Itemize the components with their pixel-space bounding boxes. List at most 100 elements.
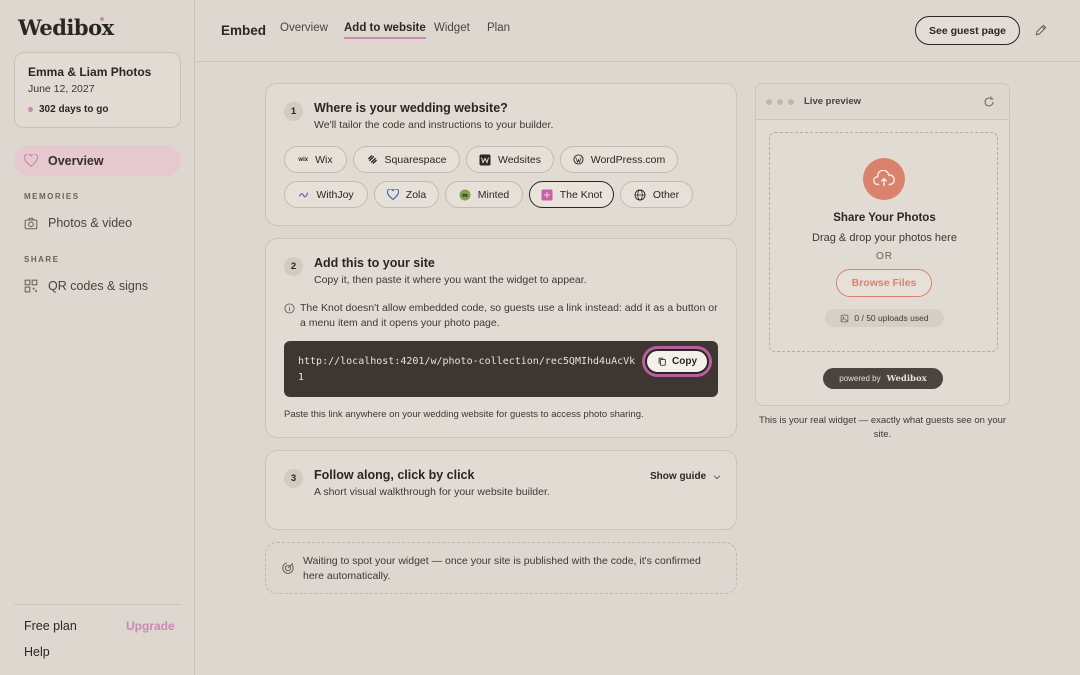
copy-label: Copy (672, 356, 697, 367)
upload-cloud-icon (863, 158, 905, 200)
builder-wix[interactable]: wix Wix (284, 146, 347, 173)
info-icon (284, 303, 295, 314)
section-label-memories: MEMORIES (24, 192, 80, 201)
builder-label: WordPress.com (590, 153, 666, 166)
event-title: Emma & Liam Photos (28, 65, 152, 79)
see-guest-page-button[interactable]: See guest page (915, 16, 1020, 45)
sidebar-divider (14, 604, 181, 605)
tab-widget[interactable]: Widget (434, 22, 470, 37)
sidebar-item-qr-codes[interactable]: QR codes & signs (24, 279, 148, 293)
waiting-text: Waiting to spot your widget — once your … (303, 555, 701, 582)
step-number: 3 (284, 469, 303, 488)
copy-button[interactable]: Copy (645, 349, 709, 374)
countdown-text: 302 days to go (39, 104, 109, 115)
embed-link-code[interactable]: http://localhost:4201/w/photo-collection… (298, 354, 638, 386)
builder-label: Minted (477, 188, 510, 201)
step-1-subtitle: We'll tailor the code and instructions t… (314, 119, 554, 131)
pencil-icon[interactable] (1034, 23, 1048, 37)
section-label-share: SHARE (24, 255, 60, 264)
tab-plan[interactable]: Plan (487, 22, 510, 37)
builder-the-knot[interactable]: The Knot (529, 181, 614, 208)
builder-label: Zola (405, 188, 427, 201)
builder-minted[interactable]: m Minted (445, 181, 523, 208)
wix-icon: wix (298, 156, 309, 163)
image-icon (841, 314, 849, 322)
withjoy-icon (299, 192, 309, 198)
upgrade-link[interactable]: Upgrade (126, 619, 175, 633)
tab-overview[interactable]: Overview (280, 22, 328, 37)
sidebar-item-overview[interactable]: Overview (14, 145, 181, 176)
camera-icon (24, 217, 38, 229)
heart-icon (386, 189, 399, 200)
builder-zola[interactable]: Zola (374, 181, 439, 208)
tab-add-to-website[interactable]: Add to website (344, 22, 426, 39)
step-1-card: 1 Where is your wedding website? We'll t… (265, 83, 737, 226)
radar-icon (282, 562, 294, 574)
squarespace-icon (367, 155, 377, 164)
sidebar: Wedibox Emma & Liam Photos June 12, 2027… (0, 0, 195, 675)
share-photos-title: Share Your Photos (833, 212, 936, 224)
step-number: 1 (284, 102, 303, 121)
builder-label: WithJoy (316, 188, 354, 201)
browse-files-button[interactable]: Browse Files (836, 269, 932, 297)
powered-by-badge: powered by Wedibox (823, 368, 943, 389)
free-plan-label: Free plan (24, 619, 77, 633)
uploads-text: 0 / 50 uploads used (854, 313, 929, 323)
step-number: 2 (284, 257, 303, 276)
countdown-dot-icon (28, 107, 33, 112)
help-link[interactable]: Help (24, 645, 50, 659)
wedsites-icon (479, 154, 491, 165)
builder-withjoy[interactable]: WithJoy (284, 181, 368, 208)
step-3-title: Follow along, click by click (314, 468, 475, 482)
sidebar-item-label: Overview (48, 153, 104, 168)
show-guide-toggle[interactable]: Show guide (650, 471, 722, 482)
builder-label: Squarespace (384, 153, 447, 166)
wordpress-icon (573, 154, 584, 165)
preview-caption: This is your real widget — exactly what … (758, 415, 1007, 440)
minted-icon: m (459, 189, 471, 200)
globe-icon (634, 189, 646, 200)
sidebar-item-photos-video[interactable]: Photos & video (24, 216, 132, 230)
info-text: The Knot doesn't allow embedded code, so… (300, 302, 718, 329)
window-dots (766, 99, 794, 105)
builder-label: The Knot (559, 188, 603, 201)
uploads-counter: 0 / 50 uploads used (825, 309, 944, 327)
sidebar-item-label: Photos & video (48, 216, 133, 230)
paste-note: Paste this link anywhere on your wedding… (284, 409, 644, 420)
heart-icon (24, 154, 38, 167)
logo-accent-dot (100, 17, 104, 21)
step-2-card: 2 Add this to your site Copy it, then pa… (265, 238, 737, 438)
step-2-title: Add this to your site (314, 256, 435, 270)
builder-other[interactable]: Other (620, 181, 693, 208)
code-block[interactable]: http://localhost:4201/w/photo-collection… (284, 341, 718, 397)
preview-title: Live preview (804, 96, 862, 107)
builder-label: Wix (315, 153, 333, 166)
builder-wordpress[interactable]: WordPress.com (560, 146, 678, 173)
builder-squarespace[interactable]: Squarespace (353, 146, 460, 173)
the-knot-icon (541, 189, 553, 200)
builder-label: Wedsites (498, 153, 541, 166)
step-2-subtitle: Copy it, then paste it where you want th… (314, 274, 587, 286)
chevron-down-icon (713, 474, 721, 479)
live-preview-panel: Live preview Share Your Photos Drag & dr… (755, 83, 1010, 406)
sidebar-item-label: QR codes & signs (48, 279, 149, 293)
page-title: Embed (221, 23, 267, 38)
event-card[interactable]: Emma & Liam Photos June 12, 2027 302 day… (14, 52, 181, 128)
powered-by-text: powered by (839, 374, 881, 383)
event-date: June 12, 2027 (28, 83, 95, 95)
refresh-icon[interactable] (983, 96, 995, 108)
step-3-card: 3 Follow along, click by click A short v… (265, 450, 737, 530)
step-3-subtitle: A short visual walkthrough for your webs… (314, 486, 550, 498)
page-header: Embed Overview Add to website Widget Pla… (196, 0, 1080, 62)
builder-wedsites[interactable]: Wedsites (466, 146, 554, 173)
step-1-title: Where is your wedding website? (314, 101, 508, 115)
or-divider: OR (876, 251, 893, 262)
builder-label: Other (652, 188, 680, 201)
copy-icon (658, 357, 666, 366)
photo-dropzone[interactable]: Share Your Photos Drag & drop your photo… (769, 132, 998, 352)
waiting-status: Waiting to spot your widget — once your … (265, 542, 737, 594)
powered-brand: Wedibox (886, 373, 927, 384)
event-countdown: 302 days to go (28, 104, 108, 115)
show-guide-label: Show guide (650, 471, 707, 482)
qr-code-icon (24, 279, 38, 293)
